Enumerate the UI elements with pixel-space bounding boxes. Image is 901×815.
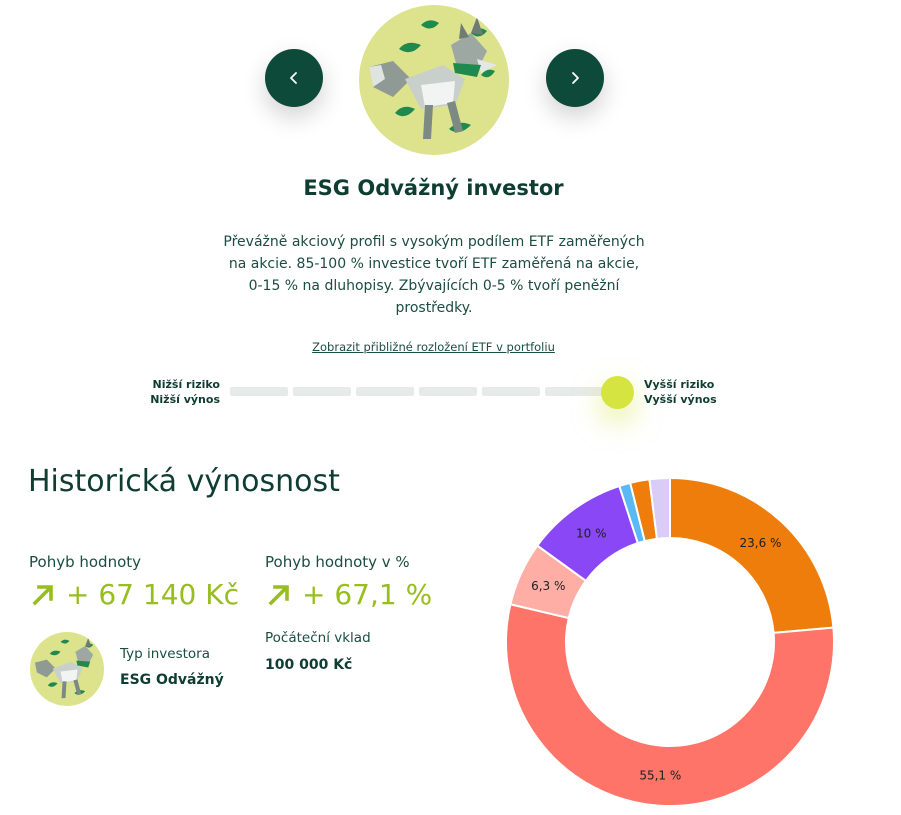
show-etf-allocation-link[interactable]: Zobrazit přibližné rozložení ETF v portf… bbox=[0, 340, 867, 354]
arrow-up-right-icon bbox=[32, 584, 53, 606]
higher-return-text: Vyšší výnos bbox=[644, 393, 717, 406]
profile-title: ESG Odvážný investor bbox=[303, 176, 564, 200]
value-change-label: Pohyb hodnoty bbox=[29, 553, 142, 571]
arrow-up-right-icon bbox=[268, 584, 289, 606]
risk-scale-high-label: Vyšší riziko Vyšší výnos bbox=[644, 377, 717, 407]
risk-scale-low-label: Nižší riziko Nižší výnos bbox=[110, 377, 220, 407]
leaf-icon bbox=[421, 20, 439, 29]
initial-deposit-label: Počáteční vklad bbox=[265, 630, 371, 646]
next-profile-button[interactable] bbox=[546, 49, 604, 107]
donut-slice[interactable] bbox=[669, 476, 835, 634]
donut-slice-label: 10 % bbox=[576, 527, 607, 541]
chevron-left-icon bbox=[290, 72, 297, 84]
previous-profile-button[interactable] bbox=[265, 49, 323, 107]
investor-type-avatar bbox=[30, 632, 104, 706]
risk-scale-segment bbox=[293, 387, 351, 396]
chevron-right-icon bbox=[572, 72, 579, 84]
value-change-amount: + 67 140 Kč bbox=[66, 578, 239, 611]
profile-description: Převážně akciový profil s vysokým podíle… bbox=[223, 234, 645, 316]
donut-slice-label: 55,1 % bbox=[639, 769, 681, 783]
donut-slice-label: 6,3 % bbox=[531, 579, 565, 593]
higher-risk-text: Vyšší riziko bbox=[644, 378, 715, 391]
donut-slice-label: 23,6 % bbox=[740, 536, 782, 550]
percent-change-amount: + 67,1 % bbox=[302, 578, 433, 611]
risk-scale-segment bbox=[482, 387, 540, 396]
percent-change: + 67,1 % bbox=[266, 578, 432, 611]
investor-profile-avatar bbox=[359, 5, 509, 155]
percent-change-label: Pohyb hodnoty v % bbox=[265, 553, 410, 571]
leaf-icon bbox=[395, 106, 415, 117]
risk-scale-segment bbox=[545, 387, 603, 396]
risk-scale-segment bbox=[419, 387, 477, 396]
lower-risk-text: Nižší riziko bbox=[152, 378, 220, 391]
leaf-icon bbox=[399, 42, 421, 53]
risk-level-indicator[interactable] bbox=[601, 376, 634, 409]
investor-type-label: Typ investora bbox=[120, 646, 211, 662]
risk-scale-segment bbox=[356, 387, 414, 396]
lower-return-text: Nižší výnos bbox=[150, 393, 220, 406]
fox-illustration-icon bbox=[369, 17, 497, 139]
risk-scale-track bbox=[230, 387, 620, 397]
portfolio-allocation-donut-chart: 23,6 % 55,1 % 6,3 % 10 % bbox=[505, 476, 835, 807]
value-change: + 67 140 Kč bbox=[30, 578, 239, 611]
investor-type-value: ESG Odvážný bbox=[120, 672, 224, 688]
risk-scale-segment bbox=[230, 387, 288, 396]
historical-performance-heading: Historická výnosnost bbox=[28, 464, 340, 499]
initial-deposit-value: 100 000 Kč bbox=[265, 657, 353, 673]
fox-illustration-icon bbox=[34, 637, 94, 699]
